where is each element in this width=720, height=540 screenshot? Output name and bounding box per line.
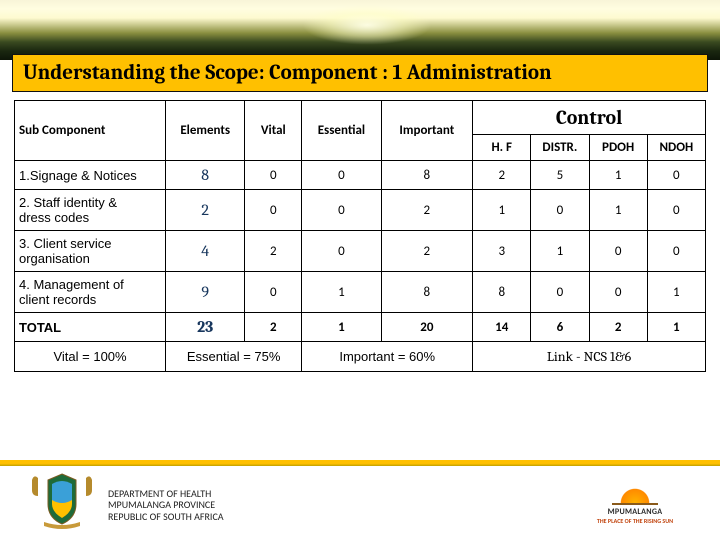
- cell-imp: 8: [381, 272, 473, 313]
- cell-distr: 0: [531, 190, 589, 231]
- gold-stripe: [0, 460, 720, 466]
- th-distr: DISTR.: [531, 135, 589, 161]
- province-logo: MPUMALANGA THE PLACE OF THE RISING SUN: [570, 477, 700, 532]
- footer-imp: Important = 60%: [302, 342, 473, 372]
- table-row: 3. Client service organisation 4 2 0 2 3…: [15, 231, 706, 272]
- sun-glow: [302, 5, 432, 45]
- cell-ndoh: 0: [647, 161, 705, 190]
- table-row: 1.Signage & Notices 8 0 0 8 2 5 1 0: [15, 161, 706, 190]
- table-body: 1.Signage & Notices 8 0 0 8 2 5 1 0 2. S…: [15, 161, 706, 372]
- cell-elem: 2: [166, 190, 245, 231]
- cell-elem: 9: [166, 272, 245, 313]
- cell-distr: 1: [531, 231, 589, 272]
- cell-hf: 1: [473, 190, 531, 231]
- cell-hf: 8: [473, 272, 531, 313]
- hero-banner: [0, 0, 720, 60]
- th-ndoh: NDOH: [647, 135, 705, 161]
- coat-of-arms-icon: [28, 470, 96, 530]
- th-imp: Important: [381, 101, 473, 161]
- th-pdoh: PDOH: [589, 135, 647, 161]
- cell-name: 2. Staff identity & dress codes: [15, 190, 166, 231]
- cell-ndoh: 0: [647, 231, 705, 272]
- cell-pdoh: 1: [589, 161, 647, 190]
- cell-elem: 4: [166, 231, 245, 272]
- footer-link: Link - NCS 1&6: [473, 342, 706, 372]
- footer-ess: Essential = 75%: [166, 342, 302, 372]
- cell-vital: 2: [245, 231, 302, 272]
- th-ess: Essential: [302, 101, 381, 161]
- cell-vital: 2: [245, 313, 302, 342]
- table-footer-row: Vital = 100% Essential = 75% Important =…: [15, 342, 706, 372]
- cell-ess: 0: [302, 161, 381, 190]
- department-text: DEPARTMENT OF HEALTH MPUMALANGA PROVINCE…: [108, 488, 224, 523]
- cell-ndoh: 1: [647, 272, 705, 313]
- cell-vital: 0: [245, 272, 302, 313]
- cell-distr: 6: [531, 313, 589, 342]
- cell-name: TOTAL: [15, 313, 166, 342]
- cell-ess: 0: [302, 190, 381, 231]
- cell-pdoh: 0: [589, 272, 647, 313]
- cell-imp: 2: [381, 190, 473, 231]
- province-tagline: THE PLACE OF THE RISING SUN: [570, 517, 700, 525]
- cell-ess: 1: [302, 313, 381, 342]
- cell-distr: 5: [531, 161, 589, 190]
- cell-imp: 2: [381, 231, 473, 272]
- cell-ess: 0: [302, 231, 381, 272]
- table-row-total: TOTAL 23 2 1 20 14 6 2 1: [15, 313, 706, 342]
- cell-distr: 0: [531, 272, 589, 313]
- scope-table: Sub Component Elements Vital Essential I…: [14, 100, 706, 372]
- th-hf: H. F: [473, 135, 531, 161]
- th-elem: Elements: [166, 101, 245, 161]
- table-row: 4. Management of client records 9 0 1 8 …: [15, 272, 706, 313]
- dept-line2: MPUMALANGA PROVINCE: [108, 499, 224, 511]
- cell-hf: 2: [473, 161, 531, 190]
- cell-pdoh: 1: [589, 190, 647, 231]
- cell-imp: 8: [381, 161, 473, 190]
- cell-elem: 8: [166, 161, 245, 190]
- table-row: 2. Staff identity & dress codes 2 0 0 2 …: [15, 190, 706, 231]
- province-name: MPUMALANGA: [570, 507, 700, 517]
- footer-vital: Vital = 100%: [15, 342, 166, 372]
- th-control: Control: [473, 101, 706, 135]
- cell-hf: 14: [473, 313, 531, 342]
- rising-sun-icon: [612, 477, 658, 505]
- page-title: Understanding the Scope: Component : 1 A…: [12, 54, 708, 92]
- cell-name: 4. Management of client records: [15, 272, 166, 313]
- cell-ess: 1: [302, 272, 381, 313]
- th-sub: Sub Component: [15, 101, 166, 161]
- cell-ndoh: 1: [647, 313, 705, 342]
- scope-table-wrap: Sub Component Elements Vital Essential I…: [14, 100, 706, 372]
- th-vital: Vital: [245, 101, 302, 161]
- dept-line3: REPUBLIC OF SOUTH AFRICA: [108, 511, 224, 523]
- cell-vital: 0: [245, 190, 302, 231]
- cell-imp: 20: [381, 313, 473, 342]
- cell-ndoh: 0: [647, 190, 705, 231]
- cell-vital: 0: [245, 161, 302, 190]
- cell-elem: 23: [166, 313, 245, 342]
- cell-hf: 3: [473, 231, 531, 272]
- cell-name: 3. Client service organisation: [15, 231, 166, 272]
- cell-pdoh: 2: [589, 313, 647, 342]
- cell-pdoh: 0: [589, 231, 647, 272]
- cell-name: 1.Signage & Notices: [15, 161, 166, 190]
